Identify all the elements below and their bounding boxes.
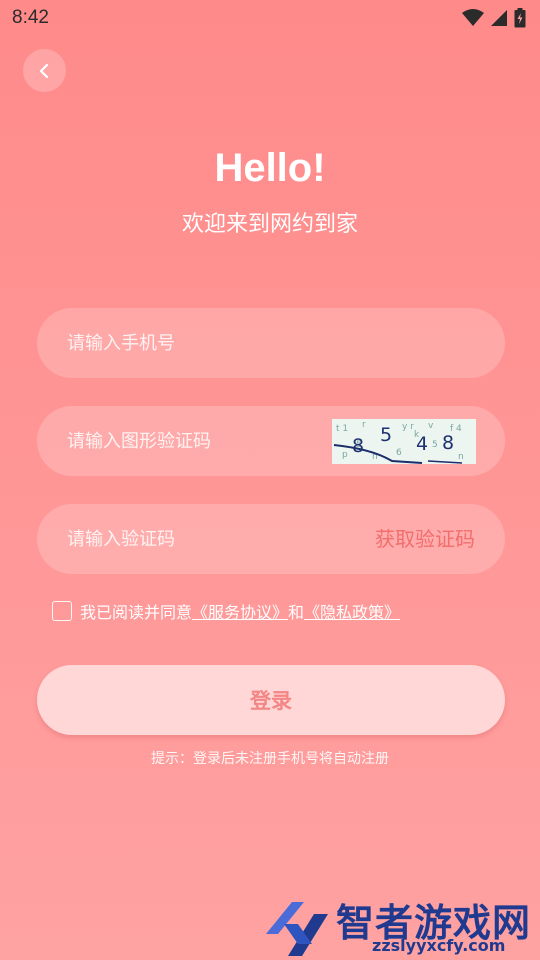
captcha-input[interactable] [67, 406, 347, 476]
captcha-graphic: t 1ry r vf 4p n 6k 5n5 8 5 4 8 [332, 419, 476, 464]
sms-code-field[interactable]: 获取验证码 [37, 504, 505, 574]
agreement-row: 我已阅读并同意 《服务协议》 和 《隐私政策》 [52, 600, 400, 622]
captcha-field[interactable]: t 1ry r vf 4p n6k 5n5 8 5 4 8 [37, 406, 505, 476]
agreement-checkbox[interactable] [52, 601, 72, 621]
svg-text:p: p [342, 450, 348, 460]
captcha-image[interactable]: t 1ry r vf 4p n6k 5n5 8 5 4 8 [332, 419, 476, 464]
login-button[interactable]: 登录 [37, 665, 505, 735]
svg-text:n: n [458, 452, 464, 462]
back-button[interactable] [23, 49, 66, 92]
wifi-icon [462, 9, 484, 26]
svg-text:v: v [428, 421, 434, 431]
phone-field[interactable] [37, 308, 505, 378]
watermark-emblem-icon [266, 902, 328, 956]
sms-code-input[interactable] [67, 504, 347, 574]
status-time: 8:42 [12, 7, 49, 28]
svg-text:r: r [362, 420, 366, 430]
watermark-logo: 智者游戏网 zzslyyxcfy.com [262, 890, 540, 960]
agreement-and: 和 [288, 603, 305, 622]
signal-icon [491, 10, 507, 26]
watermark-url: zzslyyxcfy.com [372, 936, 506, 955]
phone-input[interactable] [67, 308, 347, 378]
chevron-left-icon [39, 63, 48, 78]
svg-text:y r: y r [402, 422, 414, 432]
page-title: Hello! [214, 146, 326, 190]
battery-icon [514, 8, 526, 28]
privacy-policy-link[interactable]: 《隐私政策》 [304, 599, 400, 623]
register-hint: 提示：登录后未注册手机号将自动注册 [151, 751, 389, 767]
captcha-char: 8 [352, 435, 364, 457]
svg-text:6: 6 [396, 448, 402, 458]
svg-text:5: 5 [432, 440, 438, 450]
status-icons [462, 8, 526, 28]
agreement-text: 我已阅读并同意 [80, 603, 193, 622]
service-agreement-link[interactable]: 《服务协议》 [192, 599, 288, 623]
captcha-char: 8 [442, 432, 454, 454]
captcha-char: 4 [416, 433, 428, 455]
page-subtitle: 欢迎来到网约到家 [181, 212, 358, 237]
get-code-button[interactable]: 获取验证码 [375, 504, 475, 574]
captcha-char: 5 [380, 424, 392, 446]
status-bar: 8:42 [0, 0, 540, 36]
svg-text:t 1: t 1 [336, 424, 348, 434]
